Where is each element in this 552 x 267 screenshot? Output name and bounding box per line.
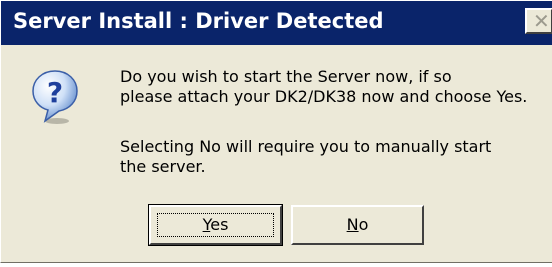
yes-button[interactable]: Yes [148,204,283,246]
message-line-1: Do you wish to start the Server now, if … [120,67,452,86]
no-label-rest: o [358,215,369,234]
close-button[interactable]: ✕ [525,8,552,34]
title-bar[interactable]: Server Install : Driver Detected ✕ [1,1,552,45]
dialog-window: Server Install : Driver Detected ✕ ? Do … [0,0,552,263]
close-icon: ✕ [533,9,550,33]
no-button[interactable]: No [291,205,424,245]
focus-rect [157,213,274,237]
message-line-3: Selecting No will require you to manuall… [120,137,492,156]
no-mnemonic: N [346,215,359,234]
message-line-4: the server. [120,157,206,176]
dialog-title: Server Install : Driver Detected [13,9,384,33]
svg-text:?: ? [47,76,63,109]
question-icon: ? [32,70,78,124]
message-line-2: please attach your DK2/DK38 now and choo… [120,87,528,106]
